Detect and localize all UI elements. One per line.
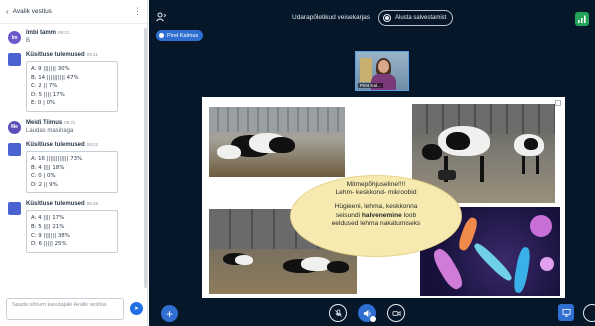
poll-result-line: D: 5 |||| 17% [31, 91, 65, 98]
presentation-button[interactable] [558, 304, 574, 321]
slide-line-1: Mitmepõhjuseline!!!! [346, 181, 406, 188]
message-text: B [26, 38, 31, 44]
poll-result-line: C: 0 | 0% [31, 173, 56, 180]
slide-text: Mitmepõhjuseline!!!! Lehm- keskkond- mik… [290, 175, 462, 228]
sender-name: Imbi tamm [26, 30, 57, 36]
poll-results-icon [8, 142, 21, 156]
chat-header: ‹ Avalik vestlus ⋮ [0, 0, 147, 24]
webcam-video[interactable]: Piret Kal... [355, 51, 409, 91]
sender-name: Küsitluse tulemused [26, 201, 85, 208]
poll-results: A: 16 |||||||||||| 73% B: 4 |||| 18% C: … [26, 150, 118, 194]
poll-result-line: A: 4 |||| 17% [31, 215, 65, 222]
slide-line-4-start: seisundi [335, 211, 362, 219]
signal-bars-icon [578, 15, 586, 23]
chat-title[interactable]: Avalik vestlus [13, 8, 133, 15]
slide-line-4-bold: halvenemine [361, 211, 402, 219]
presentation-area: Udarapõletikud veisekarjas Alusta salves… [149, 0, 595, 326]
users-list-icon[interactable] [156, 12, 166, 22]
actions-button[interactable]: + [161, 305, 178, 322]
sender-name: Küsitluse tulemused [26, 141, 85, 148]
slide-line-3: Hügieeni, lehma, keskkonna [334, 203, 418, 211]
presenter-name: Piret Kalmus [167, 32, 199, 39]
poll-result-line: D: 2 || 9% [31, 181, 58, 188]
poll-result-line: A: 16 |||||||||||| 73% [31, 155, 83, 162]
message-text: Laudas masinaga [26, 127, 74, 134]
share-webcam-button[interactable] [387, 304, 405, 322]
chat-message-input[interactable]: Saada sõnum kasutajale Avalik vestlus [6, 298, 124, 320]
message-time: 09:21 [58, 30, 70, 35]
chat-message: Me Meidi Tiimus 09:21 Laudas masinaga [0, 116, 145, 138]
presentation-slide: Mitmepõhjuseline!!!! Lehm- keskkond- mik… [202, 97, 565, 298]
poll-result-line: D: 6 ||||| 25% [31, 241, 67, 248]
message-time: 09:22 [86, 141, 98, 147]
poll-results-icon [8, 202, 21, 216]
more-options-icon[interactable]: ⋮ [133, 6, 142, 17]
fullscreen-icon[interactable] [555, 100, 561, 106]
session-title: Udarapõletikud veisekarjas [292, 14, 371, 21]
poll-results: A: 9 ||||||| 30% B: 14 |||||||||| 47% C:… [26, 61, 118, 112]
screen-share-icon [561, 308, 571, 317]
poll-results: A: 4 |||| 17% B: 5 |||| 21% C: 9 |||||||… [26, 210, 118, 253]
camera-icon [391, 310, 401, 316]
message-time: 09:25 [86, 201, 98, 207]
message-time: 09:21 [64, 119, 76, 125]
start-recording-button[interactable]: Alusta salvestamist [378, 10, 454, 26]
avatar: Im [8, 31, 21, 44]
photo-cow-resting [209, 107, 345, 177]
poll-result-line: C: 9 ||||||| 38% [31, 232, 70, 239]
presenter-icon [159, 33, 164, 38]
plus-icon: + [165, 306, 173, 321]
chat-message: Im Imbi tamm 09:21 B [0, 26, 145, 48]
poll-result-line: E: 0 | 0% [31, 100, 56, 107]
message-time: 09:21 [86, 52, 98, 57]
chat-scrollbar[interactable] [144, 28, 147, 288]
chat-message: Küsitluse tulemused 09:21 A: 9 ||||||| 30… [0, 48, 145, 116]
chat-messages[interactable]: Im Imbi tamm 09:21 B Küsitluse tulemused 0… [0, 26, 145, 292]
webcam-name-label: Piret Kal... [358, 83, 383, 88]
microphone-off-icon [334, 308, 342, 317]
chevron-left-icon[interactable]: ‹ [6, 7, 9, 16]
poll-result-line: B: 4 |||| 18% [31, 164, 65, 171]
slide-line-2: Lehm- keskkond- mikroobid [335, 189, 417, 197]
poll-results-icon [8, 53, 21, 66]
public-chat-panel: ‹ Avalik vestlus ⋮ Im Imbi tamm 09:21 B K… [0, 0, 148, 326]
mute-microphone-button[interactable] [329, 304, 347, 322]
presenter-badge: Piret Kalmus [156, 30, 204, 41]
poll-result-line: A: 9 ||||||| 30% [31, 66, 70, 72]
send-button[interactable]: ➤ [130, 302, 143, 315]
record-label: Alusta salvestamist [395, 15, 447, 21]
audio-settings-indicator[interactable] [370, 316, 376, 322]
raise-hand-button[interactable] [583, 304, 595, 322]
connection-status-button[interactable] [575, 12, 589, 26]
poll-result-line: B: 14 |||||||||| 47% [31, 74, 79, 81]
slide-line-5: eeldused lehma nakatumiseks [331, 219, 421, 227]
chat-message: Küsitluse tulemused 09:25 A: 4 |||| 17% B… [0, 197, 145, 256]
record-icon [383, 14, 391, 22]
poll-result-line: C: 2 || 7% [31, 83, 58, 90]
avatar: Me [8, 120, 21, 134]
send-icon: ➤ [133, 306, 140, 312]
sender-name: Küsitluse tulemused [26, 52, 85, 58]
chat-message: Küsitluse tulemused 09:22 A: 16 |||||||||… [0, 138, 145, 197]
poll-result-line: B: 5 |||| 21% [31, 223, 65, 230]
top-bar: Udarapõletikud veisekarjas Alusta salves… [149, 0, 595, 36]
sender-name: Meidi Tiimus [26, 119, 63, 126]
slide-line-4-end: loob [401, 211, 417, 219]
